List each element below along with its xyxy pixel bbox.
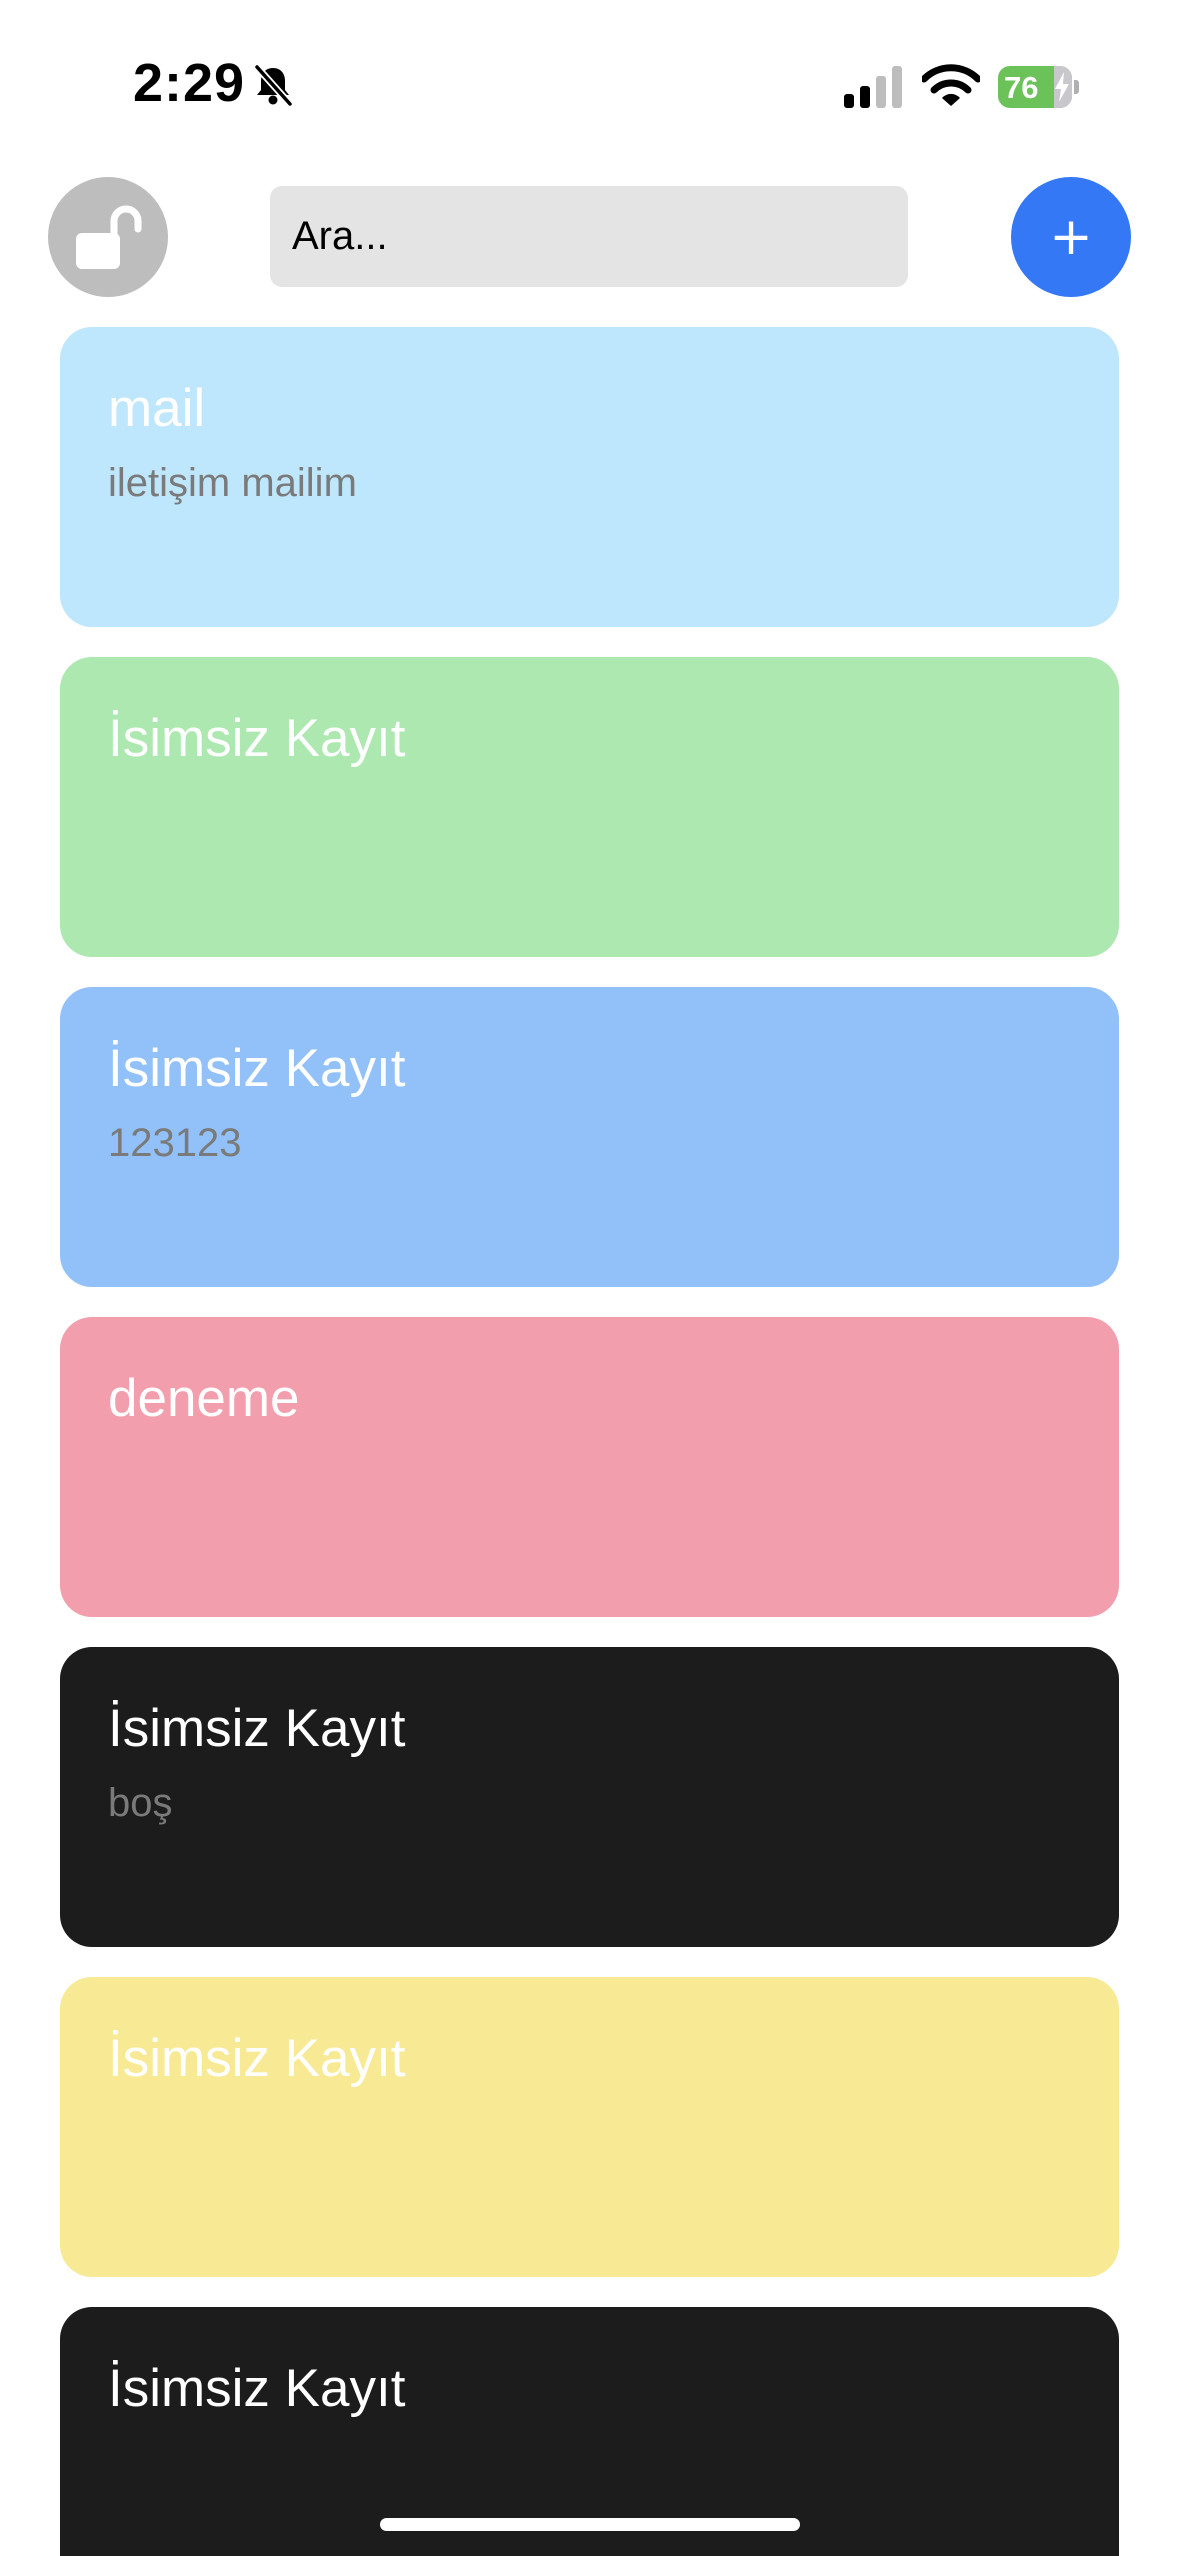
search-input[interactable] [270,186,908,287]
note-title: deneme [108,1369,300,1428]
note-title: İsimsiz Kayıt [108,2029,406,2088]
note-title: İsimsiz Kayıt [108,709,406,768]
note-body: iletişim mailim [108,461,357,505]
cellular-signal-icon [844,66,902,108]
note-list: mail iletişim mailim İsimsiz Kayıt İsims… [60,327,1119,2556]
note-card[interactable]: İsimsiz Kayıt 123123 [60,987,1119,1287]
wifi-icon [922,64,980,106]
note-card[interactable]: İsimsiz Kayıt [60,657,1119,957]
lock-button[interactable] [48,177,168,297]
note-title: İsimsiz Kayıt [108,1039,406,1098]
note-body: boş [108,1781,173,1825]
note-card[interactable]: İsimsiz Kayıt boş [60,1647,1119,1947]
unlocked-padlock-icon [76,205,142,269]
home-indicator[interactable] [380,2518,800,2531]
bell-slash-icon [253,63,294,108]
note-title: İsimsiz Kayıt [108,1699,406,1758]
note-card[interactable]: deneme [60,1317,1119,1617]
notes-screen: 2:29 76 Ara... + mail iletişim mailim İs… [0,0,1179,2556]
note-body: 123123 [108,1121,242,1165]
note-title: İsimsiz Kayıt [108,2359,406,2418]
status-bar: 2:29 76 [0,0,1179,150]
note-card[interactable]: İsimsiz Kayıt [60,1977,1119,2277]
note-card[interactable]: mail iletişim mailim [60,327,1119,627]
battery-charging-icon: 76 [998,66,1079,108]
note-title: mail [108,379,206,438]
add-note-button[interactable]: + [1011,177,1131,297]
status-time: 2:29 [133,53,246,113]
battery-level: 76 [1004,70,1039,105]
